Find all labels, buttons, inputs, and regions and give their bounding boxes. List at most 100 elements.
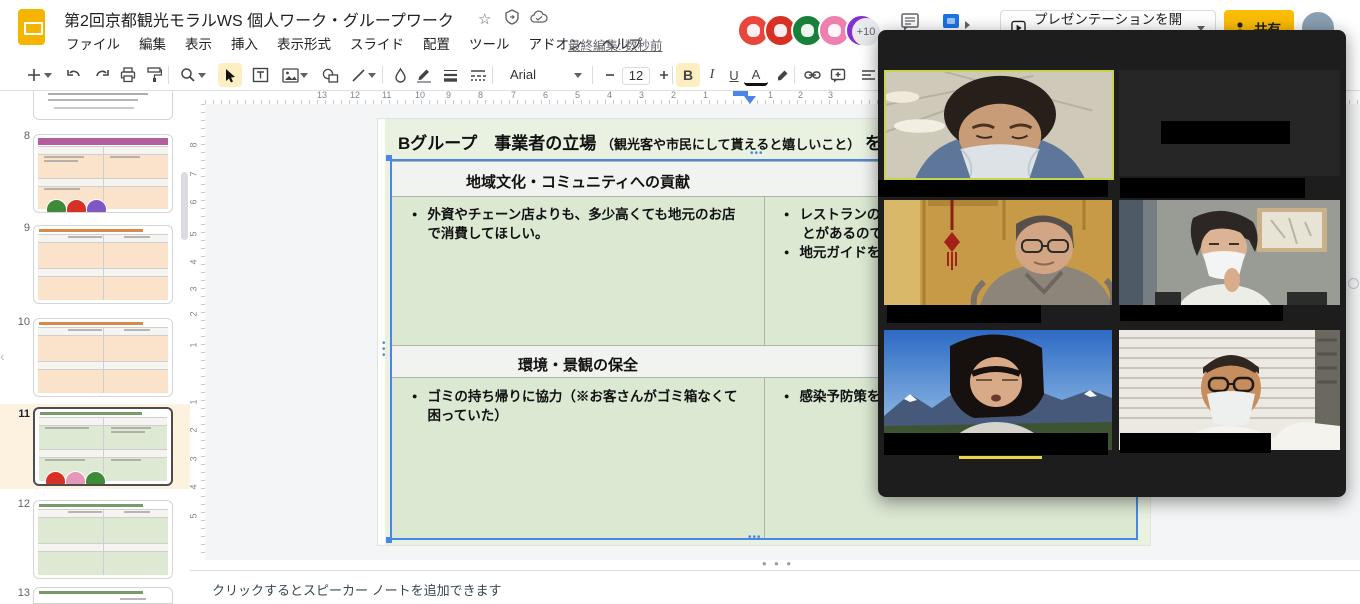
selection-handle[interactable]: [386, 155, 392, 161]
new-slide-caret[interactable]: [42, 63, 54, 87]
google-slides-app: 第2回京都観光モラルWS 個人ワーク・グループワーク ☆ ファイル 編集 表示 …: [0, 0, 1360, 604]
slides-logo-icon[interactable]: [18, 9, 45, 45]
slide-number: 10: [8, 316, 30, 328]
collaborator-overflow-badge[interactable]: +10: [852, 18, 880, 46]
selection-handle[interactable]: [386, 537, 392, 543]
redacted-name-bar: [1120, 433, 1271, 453]
table-cell-bullet[interactable]: ● 外資やチェーン店よりも、多少高くても地元のお店で消費してほしい。: [412, 205, 742, 243]
border-weight-button[interactable]: [438, 63, 462, 87]
menu-view[interactable]: 表示: [185, 33, 212, 53]
border-dash-button[interactable]: [466, 63, 490, 87]
slide-thumbnail-8[interactable]: [33, 134, 173, 213]
redacted-name-plate: [1161, 121, 1290, 144]
video-meeting-overlay[interactable]: [878, 30, 1346, 497]
table-cell-bullet[interactable]: ● ゴミの持ち帰りに協力（※お客さんがゴミ箱なくて困っていた）: [412, 387, 742, 425]
filmstrip-scrollbar[interactable]: [181, 172, 188, 240]
font-family-caret[interactable]: [572, 63, 584, 87]
redacted-name-bar: [887, 305, 1041, 323]
menu-tools[interactable]: ツール: [469, 33, 510, 53]
highlight-color-button[interactable]: [770, 63, 794, 87]
notes-divider-handle[interactable]: • • •: [762, 556, 793, 571]
text-color-button[interactable]: A: [744, 65, 768, 86]
canvas-scroll-dot[interactable]: [1348, 278, 1359, 289]
reaction-badge-red: [66, 199, 87, 213]
slide-thumbnail-9[interactable]: [33, 225, 173, 304]
slide-margin: [378, 119, 385, 545]
move-folder-icon[interactable]: [504, 9, 520, 29]
video-tile-3[interactable]: [884, 200, 1112, 305]
reaction-badge-red: [45, 471, 66, 486]
video-tile-6[interactable]: [1119, 330, 1340, 450]
star-icon[interactable]: ☆: [478, 10, 491, 28]
italic-button[interactable]: I: [700, 63, 724, 87]
last-edit-status[interactable]: 最終編集: 数秒前: [568, 35, 662, 54]
menu-edit[interactable]: 編集: [139, 33, 166, 53]
slide-thumbnail-10[interactable]: [33, 318, 173, 397]
table-drag-handle-left[interactable]: •••: [382, 341, 388, 359]
add-comment-button[interactable]: [826, 63, 850, 87]
align-button[interactable]: [856, 63, 880, 87]
slide-number: 13: [8, 587, 30, 599]
print-button[interactable]: [116, 63, 140, 87]
speaker-notes-panel[interactable]: クリックするとスピーカー ノートを追加できます: [190, 571, 1360, 604]
reaction-badge-pink: [65, 471, 86, 486]
participant-video: [1119, 330, 1340, 450]
undo-button[interactable]: [62, 63, 86, 87]
reaction-badge-green: [46, 199, 67, 213]
font-family-selector[interactable]: Arial: [510, 67, 536, 82]
font-size-decrease[interactable]: [598, 63, 622, 87]
participant-video: [884, 330, 1112, 450]
menu-arrange[interactable]: 配置: [423, 33, 450, 53]
vertical-ruler: 8 7 6 5 4 3 2 1 1 2 3 4 5: [190, 104, 206, 560]
redacted-name-bar: [878, 180, 1108, 197]
redacted-name-bar: [1120, 305, 1283, 321]
slide-number: 9: [8, 222, 30, 234]
text-box-button[interactable]: [248, 63, 272, 87]
document-title[interactable]: 第2回京都観光モラルWS 個人ワーク・グループワーク: [64, 7, 454, 31]
menu-insert[interactable]: 挿入: [231, 33, 258, 53]
underline-button[interactable]: U: [722, 63, 746, 87]
video-tile-4[interactable]: [1119, 200, 1340, 305]
select-tool-button[interactable]: [218, 63, 242, 87]
cloud-status-icon[interactable]: [530, 10, 548, 28]
table-drag-handle[interactable]: •••: [748, 535, 762, 541]
font-size-field[interactable]: 12: [622, 67, 650, 85]
reaction-badge-green: [85, 471, 106, 486]
border-color-button[interactable]: [412, 63, 436, 87]
table-header-cell[interactable]: 地域文化・コミュニティへの貢献: [392, 171, 764, 192]
filmstrip-edge-chevron[interactable]: ‹: [0, 348, 10, 368]
slide-number-selected: 11: [8, 408, 30, 420]
speaker-notes-placeholder[interactable]: クリックするとスピーカー ノートを追加できます: [212, 580, 502, 599]
insert-link-button[interactable]: [800, 63, 824, 87]
table-header-cell[interactable]: 環境・景観の保全: [392, 354, 764, 375]
video-tile-5[interactable]: [884, 330, 1112, 450]
slide-thumbnail-12[interactable]: [33, 500, 173, 579]
slide-thumbnail-13[interactable]: [33, 587, 173, 604]
video-tile-1-active-speaker[interactable]: [884, 70, 1114, 180]
zoom-caret[interactable]: [196, 63, 208, 87]
redacted-name-bar: [884, 433, 1108, 455]
slide-filmstrip: 8 9: [0, 90, 190, 604]
menu-bar: ファイル 編集 表示 挿入 表示形式 スライド 配置 ツール アドオン ヘルプ: [66, 33, 642, 53]
insert-image-caret[interactable]: [298, 63, 310, 87]
indent-marker-triangle[interactable]: [744, 96, 756, 104]
line-tool-caret[interactable]: [366, 63, 378, 87]
menu-file[interactable]: ファイル: [66, 33, 120, 53]
redacted-name-bar: [1120, 178, 1305, 198]
bold-button[interactable]: B: [676, 63, 700, 87]
table-drag-handle[interactable]: •••: [750, 151, 764, 157]
slide-thumbnail-partial[interactable]: [33, 88, 173, 120]
slide-number: 12: [8, 498, 30, 510]
shape-button[interactable]: [318, 63, 342, 87]
menu-slide[interactable]: スライド: [350, 33, 404, 53]
slide-number: 8: [8, 130, 30, 142]
slide-thumbnail-11[interactable]: [33, 407, 173, 486]
paint-format-button[interactable]: [142, 63, 166, 87]
menu-format[interactable]: 表示形式: [277, 33, 331, 53]
redo-button[interactable]: [90, 63, 114, 87]
highlight-underline: [959, 456, 1042, 459]
fill-color-button[interactable]: [388, 63, 412, 87]
participant-video: [884, 200, 1112, 305]
reaction-badge-purple: [86, 199, 107, 213]
participant-video: [886, 72, 1112, 178]
